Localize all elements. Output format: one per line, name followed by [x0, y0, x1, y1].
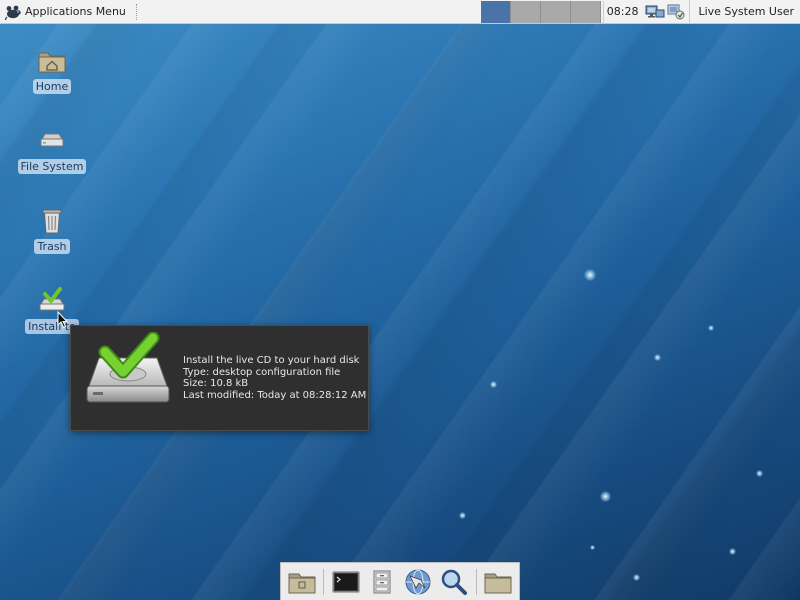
tooltip-size: Size: 10.8 kB	[183, 378, 249, 389]
file-manager-icon	[373, 570, 391, 593]
top-panel: Applications Menu 08:28 Live System User	[0, 0, 800, 24]
panel-separator	[135, 3, 139, 20]
workspace-1[interactable]	[480, 0, 511, 23]
notification-area	[641, 1, 689, 23]
wallpaper-sparkle	[459, 512, 466, 519]
applications-menu-button[interactable]: Applications Menu	[0, 0, 132, 24]
bottom-dock	[280, 562, 520, 600]
tooltip-title: Install the live CD to your hard disk	[183, 355, 360, 366]
update-notifier-icon[interactable]	[667, 4, 685, 20]
web-browser-icon	[405, 569, 431, 594]
applications-menu-label: Applications Menu	[25, 5, 126, 18]
dock-show-desktop[interactable]	[285, 566, 318, 598]
dock-folder[interactable]	[482, 566, 515, 598]
user-menu[interactable]: Live System User	[689, 0, 800, 24]
drive-icon	[40, 133, 64, 147]
tooltip-text: Install the live CD to your hard disk Ty…	[183, 355, 366, 401]
wallpaper-sparkle	[756, 470, 763, 477]
desktop-icon-label: File System	[17, 159, 87, 174]
workspace-2[interactable]	[510, 0, 541, 23]
workspace-switcher	[480, 0, 601, 23]
installer-large-icon	[86, 332, 170, 403]
workspace-3[interactable]	[540, 0, 571, 23]
file-info-tooltip: Install the live CD to your hard disk Ty…	[70, 325, 369, 431]
network-icon[interactable]	[645, 4, 665, 20]
dock-separator	[475, 568, 477, 595]
desktop-icon-home[interactable]: Home	[12, 45, 92, 94]
mouse-cursor-icon	[57, 311, 69, 329]
wallpaper-sparkle	[654, 354, 661, 361]
desktop-icon-label: Trash	[34, 239, 70, 254]
terminal-icon	[331, 570, 360, 593]
xfce-mouse-logo-icon	[5, 5, 21, 20]
desktop-icon-file-system[interactable]: File System	[12, 125, 92, 174]
wallpaper-sparkle	[633, 574, 640, 581]
wallpaper-sparkle	[729, 548, 736, 555]
desktop-wallpaper	[0, 0, 800, 600]
folder-home-icon	[38, 52, 66, 73]
dock-terminal[interactable]	[329, 566, 362, 598]
wallpaper-sparkle	[490, 381, 497, 388]
wallpaper-sparkle	[590, 545, 595, 550]
workspace-4[interactable]	[570, 0, 601, 23]
dock-app-finder[interactable]	[438, 566, 471, 598]
wallpaper-sparkle	[708, 325, 714, 331]
tooltip-modified: Last modified: Today at 08:28:12 AM	[183, 389, 367, 401]
desktop-icon-trash[interactable]: Trash	[12, 205, 92, 254]
app-finder-icon	[442, 569, 468, 595]
tooltip-type: Type: desktop configuration file	[183, 366, 341, 378]
panel-clock[interactable]: 08:28	[602, 0, 642, 23]
dock-separator	[323, 568, 325, 595]
desktop-icon-label: Home	[32, 79, 72, 94]
wallpaper-sparkle	[600, 491, 611, 502]
folder-icon	[484, 573, 512, 593]
wallpaper-sparkle	[584, 269, 596, 281]
show-desktop-icon	[288, 573, 316, 593]
dock-file-manager[interactable]	[365, 566, 398, 598]
dock-web-browser[interactable]	[401, 566, 434, 598]
trash-icon	[42, 209, 62, 234]
